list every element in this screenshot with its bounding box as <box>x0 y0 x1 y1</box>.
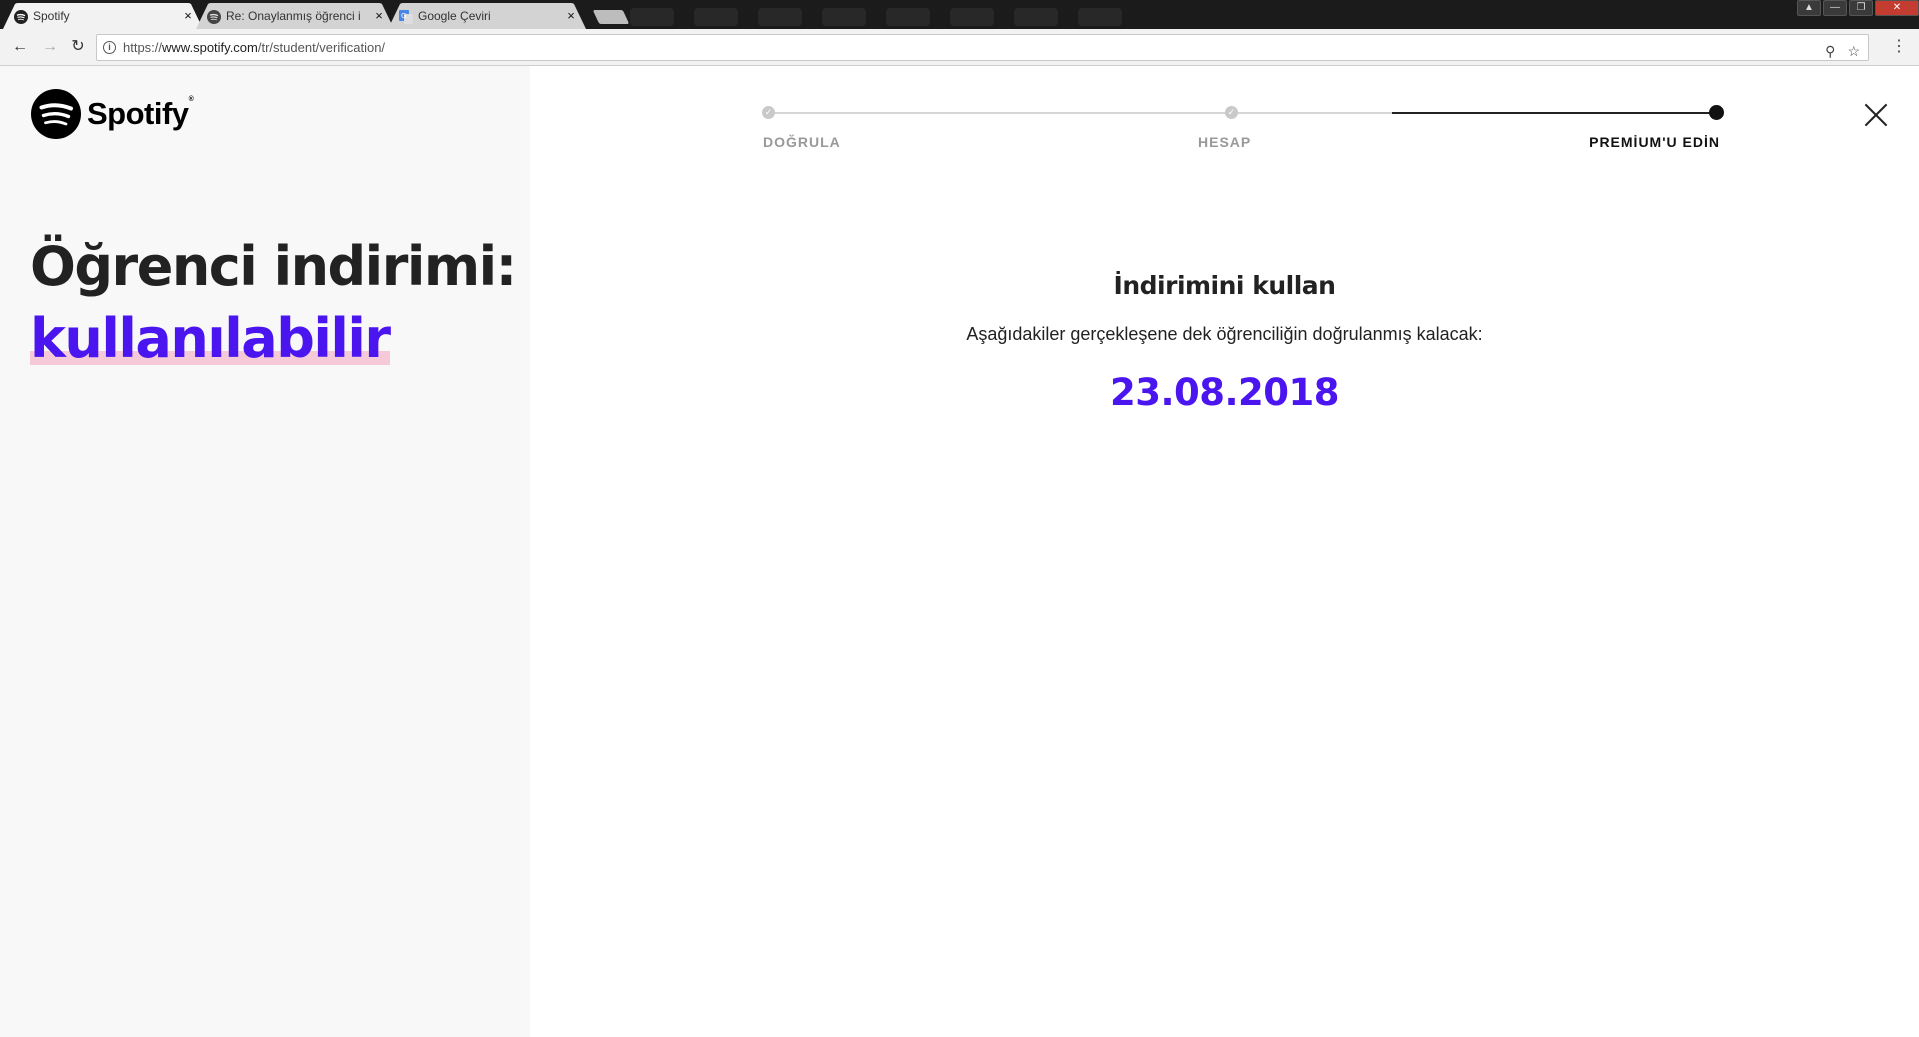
tab-email[interactable]: Re: Onaylanmış öğrenci i × <box>196 3 394 29</box>
browser-toolbar: ← → ↻ i https://www.spotify.com/tr/stude… <box>0 29 1919 66</box>
spotify-wordmark: Spotify® <box>87 96 194 131</box>
blurred-app-icon <box>950 8 994 26</box>
window-controls: ▲ — ❐ ✕ <box>1797 0 1919 16</box>
new-tab-button[interactable] <box>592 10 630 24</box>
site-info-icon[interactable]: i <box>103 41 116 54</box>
step-label-hesap: HESAP <box>1198 134 1252 150</box>
blurred-app-icon <box>630 8 674 26</box>
blurred-app-icon <box>1078 8 1122 26</box>
reload-icon[interactable]: ↻ <box>68 37 88 57</box>
left-panel: Spotify® Öğrenci indirimi: kullanılabili… <box>0 66 530 1037</box>
spotify-logo-icon <box>31 89 81 139</box>
taskbar-blurred-icons <box>630 8 1122 26</box>
tab-title: Spotify <box>33 9 70 23</box>
browser-menu-icon[interactable]: ⋮ <box>1891 37 1907 57</box>
step-current-dot-icon <box>1709 105 1724 120</box>
step-track-1 <box>768 112 1238 114</box>
progress-stepper: ✓ ✓ DOĞRULA HESAP PREMİUM'U EDİN <box>762 104 1724 164</box>
window-minimize-icon[interactable]: — <box>1823 0 1847 16</box>
window-user-icon[interactable]: ▲ <box>1797 0 1821 16</box>
tab-title: Re: Onaylanmış öğrenci i <box>226 9 361 23</box>
tab-spotify[interactable]: Spotify × <box>3 3 203 29</box>
tab-close-icon[interactable]: × <box>564 9 578 23</box>
step-track-2 <box>1238 112 1392 114</box>
main-panel: ✓ ✓ DOĞRULA HESAP PREMİUM'U EDİN İndirim… <box>530 66 1919 1037</box>
step-done-check-icon: ✓ <box>1225 106 1238 119</box>
google-translate-favicon-icon: G <box>399 10 413 24</box>
blurred-app-icon <box>822 8 866 26</box>
discount-content: İndirimini kullan Aşağıdakiler gerçekleş… <box>530 271 1919 414</box>
step-track-3 <box>1392 112 1716 114</box>
zoom-icon[interactable]: ⚲ <box>1825 39 1835 64</box>
bookmark-star-icon[interactable]: ☆ <box>1847 39 1860 64</box>
browser-tab-strip: Spotify × Re: Onaylanmış öğrenci i × G G… <box>0 0 1919 29</box>
tab-close-icon[interactable]: × <box>372 9 386 23</box>
verification-expiry-date: 23.08.2018 <box>1109 371 1340 414</box>
step-label-premium: PREMİUM'U EDİN <box>1589 134 1720 150</box>
svg-text:G: G <box>401 12 406 20</box>
discount-headline: Öğrenci indirimi: kullanılabilir <box>30 231 517 375</box>
blurred-app-icon <box>1014 8 1058 26</box>
window-restore-icon[interactable]: ❐ <box>1849 0 1873 16</box>
headline-line-1: Öğrenci indirimi: <box>30 235 517 298</box>
spotify-favicon-icon <box>14 10 28 24</box>
close-icon[interactable] <box>1863 102 1889 128</box>
tab-close-icon[interactable]: × <box>181 9 195 23</box>
spotify-favicon-icon <box>207 10 221 24</box>
back-arrow-icon[interactable]: ← <box>10 37 30 57</box>
step-done-check-icon: ✓ <box>762 106 775 119</box>
blurred-app-icon <box>694 8 738 26</box>
section-title: İndirimini kullan <box>1113 271 1336 300</box>
verification-description: Aşağıdakiler gerçekleşene dek öğrenciliğ… <box>966 324 1483 344</box>
url-path: /tr/student/verification/ <box>257 40 386 55</box>
headline-accent-text: kullanılabilir <box>30 303 391 375</box>
address-bar[interactable]: i https://www.spotify.com/tr/student/ver… <box>96 34 1869 61</box>
url-host: www.spotify.com <box>162 40 258 55</box>
blurred-app-icon <box>758 8 802 26</box>
spotify-logo[interactable]: Spotify® <box>31 89 194 139</box>
tab-title: Google Çeviri <box>418 9 491 23</box>
tab-google-translate[interactable]: G Google Çeviri × <box>388 3 586 29</box>
window-close-icon[interactable]: ✕ <box>1875 0 1919 16</box>
forward-arrow-icon[interactable]: → <box>40 37 60 57</box>
url-prefix: https:// <box>123 40 163 55</box>
blurred-app-icon <box>886 8 930 26</box>
step-label-dogrula: DOĞRULA <box>763 134 841 150</box>
